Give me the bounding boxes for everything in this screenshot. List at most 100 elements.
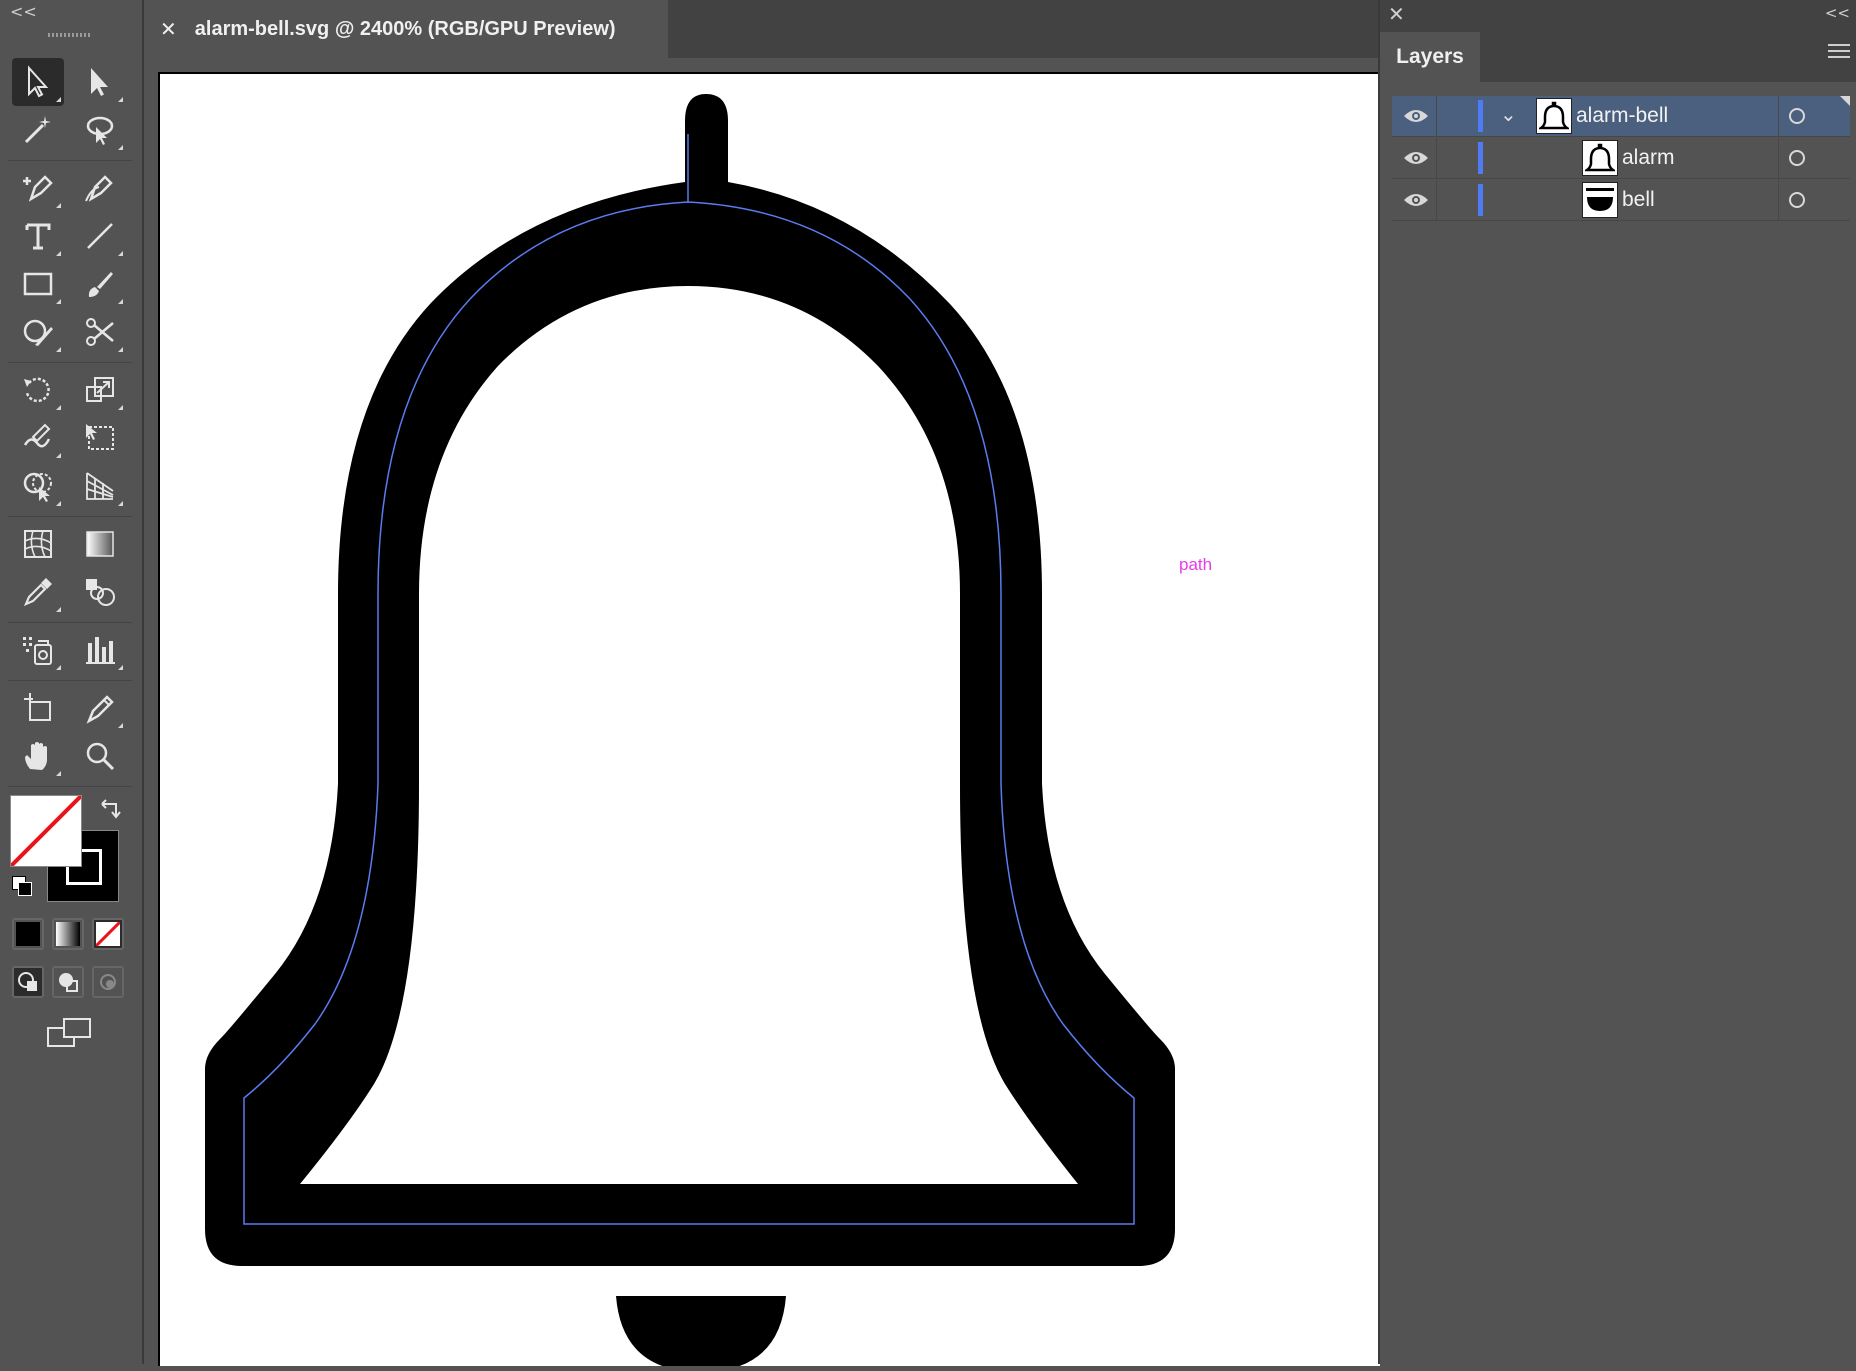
blend-icon [86, 579, 115, 606]
layer-color-indicator [1478, 184, 1483, 216]
perspective-grid-tool[interactable] [74, 462, 126, 510]
line-segment-tool[interactable] [74, 212, 126, 260]
layer-target-icon[interactable] [1789, 150, 1805, 166]
layer-color-indicator [1478, 142, 1483, 174]
panel-menu-icon[interactable] [1828, 44, 1850, 62]
symbol-sprayer-tool[interactable] [12, 626, 64, 674]
scale-tool[interactable] [74, 366, 126, 414]
color-button[interactable] [12, 918, 44, 950]
toolbox-grip[interactable] [48, 33, 90, 37]
layer-target-icon[interactable] [1789, 192, 1805, 208]
rectangle-tool[interactable] [12, 260, 64, 308]
layer-name[interactable]: bell [1622, 188, 1655, 212]
mesh-icon [24, 530, 52, 558]
rectangle-icon [23, 272, 53, 296]
layer-thumbnail [1582, 182, 1618, 218]
bell-outline-icon [1585, 143, 1615, 172]
canvas-area[interactable]: path [144, 58, 1380, 1371]
alarm-bell-artwork[interactable] [160, 74, 1380, 1371]
draw-behind-icon [59, 973, 78, 992]
draw-behind-button[interactable] [52, 966, 84, 998]
none-button[interactable] [92, 918, 124, 950]
line-icon [87, 223, 113, 249]
layer-row-alarm[interactable]: alarm [1392, 138, 1850, 179]
slice-icon [86, 695, 114, 724]
shape-builder-tool[interactable] [12, 462, 64, 510]
gradient-tool[interactable] [74, 520, 126, 568]
slice-tool[interactable] [74, 684, 126, 732]
selection-tool[interactable] [12, 58, 64, 106]
shaper-icon [23, 319, 53, 346]
warp-icon [23, 423, 51, 448]
paintbrush-tool[interactable] [74, 260, 126, 308]
layer-target-icon[interactable] [1789, 108, 1805, 124]
shaper-tool[interactable] [12, 308, 64, 356]
bell-outline-icon [1539, 101, 1569, 130]
symbol-sprayer-icon [23, 637, 52, 665]
none-slash-icon [96, 922, 120, 946]
toolbox-collapse-icon[interactable]: << [10, 2, 37, 21]
artboard-icon [24, 693, 51, 721]
type-tool[interactable] [12, 212, 64, 260]
direct-selection-tool[interactable] [74, 58, 126, 106]
gradient-icon [86, 531, 114, 557]
draw-normal-button[interactable] [12, 966, 44, 998]
layer-color-indicator [1478, 100, 1483, 132]
tab-layers[interactable]: Layers [1380, 32, 1480, 82]
perspective-grid-icon [86, 472, 114, 500]
pen-icon [23, 175, 53, 202]
free-transform-icon [86, 424, 114, 450]
scissors-icon [86, 318, 114, 346]
hand-tool[interactable] [12, 732, 64, 780]
scissors-tool[interactable] [74, 308, 126, 356]
swap-fill-stroke-icon[interactable] [98, 796, 124, 822]
panel-tab-row: Layers [1380, 32, 1856, 82]
mesh-tool[interactable] [12, 520, 64, 568]
warp-tool[interactable] [12, 414, 64, 462]
layer-name[interactable]: alarm [1622, 146, 1675, 170]
blend-tool[interactable] [74, 568, 126, 616]
visibility-eye-icon[interactable] [1402, 190, 1430, 210]
rotate-tool[interactable] [12, 366, 64, 414]
visibility-eye-icon[interactable] [1402, 106, 1430, 126]
zoom-icon [86, 742, 115, 771]
fill-swatch[interactable] [10, 795, 82, 867]
pen-tool[interactable] [12, 164, 64, 212]
scale-icon [86, 377, 114, 402]
artboard[interactable]: path [158, 72, 1380, 1371]
eyedropper-tool[interactable] [12, 568, 64, 616]
lasso-tool[interactable] [74, 106, 126, 154]
column-graph-tool[interactable] [74, 626, 126, 674]
column-graph-icon [86, 637, 115, 664]
screen-mode-icon[interactable] [46, 1016, 94, 1052]
magic-wand-tool[interactable] [12, 106, 64, 154]
type-icon [25, 223, 51, 250]
layer-thumbnail [1536, 98, 1572, 134]
draw-inside-button[interactable] [92, 966, 124, 998]
curvature-tool[interactable] [74, 164, 126, 212]
layer-name[interactable]: alarm-bell [1576, 104, 1668, 128]
expand-chevron-icon[interactable]: ⌄ [1500, 102, 1517, 126]
close-tab-icon[interactable]: ✕ [160, 17, 177, 41]
layer-row-bell[interactable]: bell [1392, 180, 1850, 221]
free-transform-tool[interactable] [74, 414, 126, 462]
hand-icon [25, 742, 47, 770]
toolbox: << [0, 0, 144, 1364]
half-circle-icon [1586, 188, 1614, 211]
visibility-eye-icon[interactable] [1402, 148, 1430, 168]
document-tab[interactable]: ✕ alarm-bell.svg @ 2400% (RGB/GPU Previe… [144, 0, 668, 58]
zoom-tool[interactable] [74, 732, 126, 780]
direct-arrow-icon [91, 68, 108, 96]
close-panel-icon[interactable]: ✕ [1388, 2, 1405, 26]
eyedropper-icon [23, 578, 52, 607]
panel-header: ✕ << [1380, 0, 1856, 32]
bell-stroke-shape [205, 94, 1175, 1266]
artboard-tool[interactable] [12, 684, 64, 732]
arrow-icon [28, 65, 49, 98]
magic-wand-icon [24, 116, 51, 144]
collapse-panel-icon[interactable]: << [1825, 4, 1850, 22]
layer-row-alarm-bell[interactable]: ⌄ alarm-bell [1392, 96, 1850, 137]
paintbrush-icon [88, 272, 113, 297]
gradient-button[interactable] [52, 918, 84, 950]
layer-thumbnail [1582, 140, 1618, 176]
